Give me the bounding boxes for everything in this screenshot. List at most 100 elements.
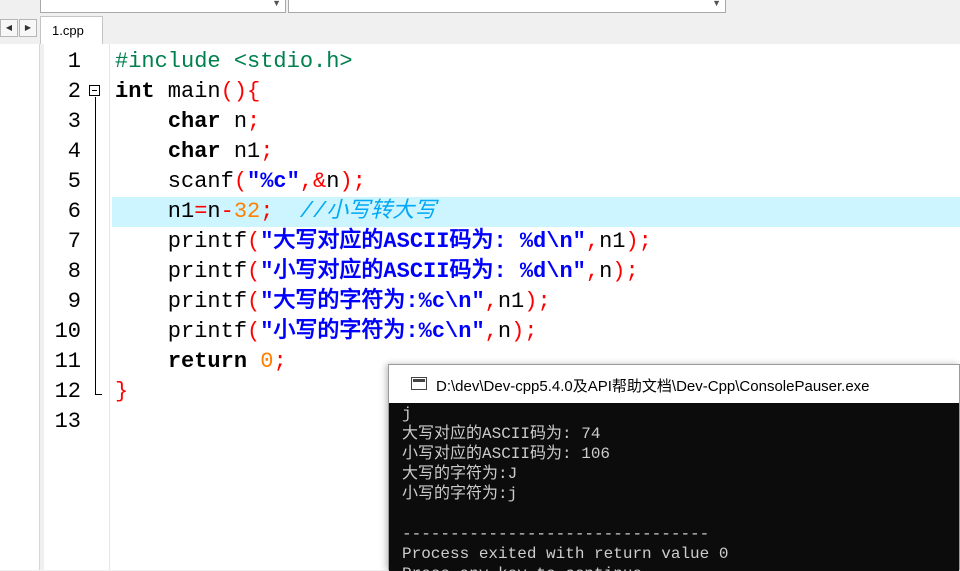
line-number: 13: [54, 409, 81, 434]
arrow-right-icon: ▶: [24, 23, 32, 32]
code-token: printf: [115, 289, 248, 314]
code-token: );: [612, 259, 639, 284]
code-token: "小写对应的ASCII码为: %d\n": [260, 259, 586, 284]
code-token: ;: [260, 139, 274, 164]
code-token: n1: [115, 199, 195, 224]
code-token: n: [326, 169, 340, 194]
code-line[interactable]: }: [115, 377, 128, 407]
code-line[interactable]: printf("大写对应的ASCII码为: %d\n",n1);: [115, 227, 652, 257]
code-token: printf: [115, 259, 248, 284]
code-token: );: [524, 289, 551, 314]
class-combo[interactable]: ▼: [40, 0, 286, 13]
code-token: ,: [585, 259, 600, 284]
code-token: (: [247, 319, 261, 344]
console-output-line: 小写对应的ASCII码为: 106: [402, 445, 611, 463]
console-output-line: 小写的字符为:j: [402, 485, 518, 503]
console-output: j 大写对应的ASCII码为: 74 小写对应的ASCII码为: 106 大写的字符为…: [389, 403, 959, 571]
code-token: ,: [585, 229, 600, 254]
code-token: char: [167, 109, 221, 134]
console-output-line: 大写对应的ASCII码为: 74: [402, 425, 601, 443]
code-token: (: [233, 169, 248, 194]
scroll-right-button[interactable]: ▶: [19, 19, 37, 37]
code-line[interactable]: n1=n-32; //小写转大写: [115, 197, 436, 227]
code-token: =: [194, 199, 208, 224]
console-output-line: Process exited with return value 0: [402, 545, 729, 563]
code-line[interactable]: #include <stdio.h>: [115, 47, 353, 77]
code-token: ;: [273, 349, 287, 374]
line-number: 9: [67, 289, 81, 314]
code-token: n: [599, 259, 613, 284]
line-number: 11: [54, 349, 81, 374]
console-output-line: 大写的字符为:J: [402, 465, 518, 483]
project-panel: [0, 44, 40, 570]
code-token: printf: [115, 229, 248, 254]
code-token: "小写的字符为:%c\n": [260, 319, 485, 344]
code-token: 0: [260, 349, 274, 374]
console-window[interactable]: D:\dev\Dev-cpp5.4.0及API帮助文档\Dev-Cpp\Cons…: [388, 364, 960, 571]
code-line[interactable]: printf("大写的字符为:%c\n",n1);: [115, 287, 551, 317]
code-line[interactable]: printf("小写的字符为:%c\n",n);: [115, 317, 538, 347]
code-token: 32: [233, 199, 261, 224]
console-title: D:\dev\Dev-cpp5.4.0及API帮助文档\Dev-Cpp\Cons…: [436, 378, 870, 395]
code-token: (: [247, 259, 261, 284]
line-number: 6: [67, 199, 81, 224]
code-token: (){: [220, 79, 261, 104]
code-line[interactable]: char n1;: [115, 137, 274, 167]
code-token: );: [339, 169, 366, 194]
code-token: return: [167, 349, 248, 374]
code-token: );: [625, 229, 652, 254]
code-token: n1: [599, 229, 626, 254]
scroll-left-button[interactable]: ◀: [0, 19, 18, 37]
fold-line: [95, 97, 96, 395]
code-token: "%c": [247, 169, 300, 194]
chevron-down-icon: ▼: [272, 0, 281, 8]
line-number: 5: [67, 169, 81, 194]
line-number: 3: [67, 109, 81, 134]
member-combo[interactable]: ▼: [288, 0, 726, 13]
code-line[interactable]: return 0;: [115, 347, 287, 377]
line-number: 4: [67, 139, 81, 164]
code-token: ,: [484, 319, 498, 344]
code-token: (: [247, 289, 261, 314]
code-token: "大写的字符为:%c\n": [260, 289, 485, 314]
code-token: n1: [220, 139, 261, 164]
code-token: ,: [484, 289, 498, 314]
code-token: );: [511, 319, 538, 344]
tab-1cpp[interactable]: 1.cpp: [40, 16, 103, 44]
code-line[interactable]: scanf("%c",&n);: [115, 167, 366, 197]
code-token: //小写转大写: [273, 199, 437, 224]
line-number: 8: [67, 259, 81, 284]
code-token: n1: [497, 289, 525, 314]
console-titlebar[interactable]: D:\dev\Dev-cpp5.4.0及API帮助文档\Dev-Cpp\Cons…: [389, 365, 959, 403]
console-output-line: j: [402, 405, 412, 423]
code-token: n: [207, 199, 221, 224]
code-token: char: [167, 139, 221, 164]
code-token: ,&: [299, 169, 327, 194]
line-number-gutter: 1 2 3 4 5 6 7 8 9 10 11 12 13: [44, 44, 110, 570]
code-token: main: [154, 79, 221, 104]
console-output-line: --------------------------------: [402, 525, 710, 543]
toolbar-strip: ▼ ▼: [0, 0, 960, 16]
code-token: -: [220, 199, 234, 224]
code-token: n: [497, 319, 512, 344]
code-line[interactable]: int main(){: [115, 77, 260, 107]
code-line[interactable]: char n;: [115, 107, 260, 137]
code-token: #include <stdio.h>: [115, 49, 353, 74]
tab-bar: ◀ ▶ 1.cpp: [0, 16, 960, 44]
line-number: 10: [54, 319, 81, 344]
arrow-left-icon: ◀: [5, 23, 13, 32]
code-line[interactable]: printf("小写对应的ASCII码为: %d\n",n);: [115, 257, 639, 287]
code-token: (: [247, 229, 261, 254]
line-number: 12: [54, 379, 81, 404]
line-number: 2: [67, 79, 81, 104]
code-token: n: [220, 109, 248, 134]
code-token: int: [115, 79, 155, 104]
fold-collapse-icon[interactable]: [89, 85, 100, 96]
code-token: printf: [115, 319, 248, 344]
code-token: ;: [260, 199, 274, 224]
console-window-icon: [411, 377, 427, 390]
line-number: 1: [67, 49, 81, 74]
